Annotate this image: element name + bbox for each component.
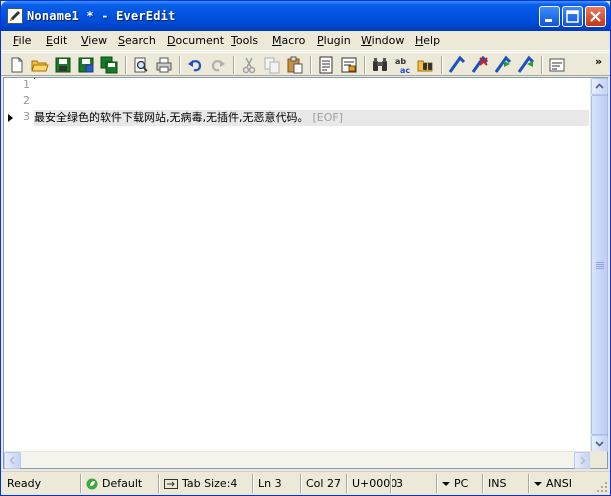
toolbar-separator: [364, 56, 366, 74]
window-title: Noname1 * - EverEdit: [27, 9, 176, 23]
vertical-scrollbar[interactable]: [590, 78, 608, 452]
line-number: 1: [23, 78, 30, 91]
document-properties-icon[interactable]: [339, 55, 359, 75]
menu-edit[interactable]: Edit: [46, 34, 67, 47]
toolbar-separator: [541, 56, 543, 74]
redo-icon[interactable]: [208, 55, 228, 75]
new-file-icon[interactable]: [7, 55, 27, 75]
line-number-gutter: 1 2 3: [4, 78, 32, 452]
find-binoculars-icon[interactable]: [370, 55, 390, 75]
status-bar: Ready Default Tab Size:4 Ln 3 Col 27 U+0…: [1, 471, 610, 495]
save-as-icon[interactable]: [76, 55, 96, 75]
toolbar-separator: [310, 56, 312, 74]
undo-icon[interactable]: [185, 55, 205, 75]
menu-tools[interactable]: Tools: [231, 34, 258, 47]
toolbar-separator: [125, 56, 127, 74]
line-number: 2: [23, 94, 30, 107]
chevron-down-icon: [442, 482, 450, 486]
toolbar: ab ac »: [1, 52, 610, 76]
status-insert-mode[interactable]: INS: [483, 474, 527, 493]
line-number: 3: [23, 110, 30, 123]
bookmark-toggle-icon[interactable]: [447, 55, 467, 75]
copy-icon[interactable]: [262, 55, 282, 75]
title-bar[interactable]: Noname1 * - EverEdit: [1, 1, 610, 31]
everedit-window: Noname1 * - EverEdit File Edit View Sear…: [0, 0, 611, 496]
close-button[interactable]: [585, 6, 606, 27]
status-column[interactable]: Col 27: [301, 474, 345, 493]
scrollbar-corner: [590, 451, 607, 468]
scroll-down-button[interactable]: [591, 435, 608, 452]
toolbar-separator: [233, 56, 235, 74]
status-ready: Ready: [7, 477, 42, 490]
menu-view[interactable]: View: [81, 34, 107, 47]
menu-bar: File Edit View Search Document Tools Mac…: [1, 31, 610, 51]
scheme-leaf-icon: [86, 478, 98, 490]
save-all-icon[interactable]: [99, 55, 119, 75]
toolbar-overflow-chevron-icon[interactable]: »: [595, 55, 602, 68]
status-value: 3: [391, 474, 435, 493]
status-tab-size[interactable]: Tab Size:4: [159, 474, 251, 493]
replace-icon[interactable]: ab ac: [393, 55, 413, 75]
print-preview-icon[interactable]: [131, 55, 151, 75]
chevron-down-icon: [534, 482, 542, 486]
status-encoding[interactable]: ANSI: [529, 474, 593, 493]
menu-plugin[interactable]: Plugin: [317, 34, 351, 47]
status-unicode: U+0000: [347, 474, 397, 493]
toolbar-separator: [179, 56, 181, 74]
cursor-dot: [34, 78, 35, 79]
menu-file[interactable]: File: [13, 34, 31, 47]
find-in-files-icon[interactable]: [416, 55, 436, 75]
svg-text:ab: ab: [395, 57, 406, 66]
open-folder-icon[interactable]: [30, 55, 50, 75]
status-line-ending[interactable]: PC: [437, 474, 481, 493]
status-scheme[interactable]: Default: [81, 474, 157, 493]
line-text: 最安全绿色的软件下载网站,无病毒,无插件,无恶意代码。: [34, 111, 309, 124]
resize-grip-icon[interactable]: [596, 481, 608, 493]
current-line-arrow-icon: [8, 114, 13, 122]
app-pencil-icon[interactable]: [7, 8, 23, 24]
menu-window[interactable]: Window: [361, 34, 404, 47]
save-icon[interactable]: [53, 55, 73, 75]
horizontal-scrollbar[interactable]: [4, 451, 591, 469]
menu-macro[interactable]: Macro: [272, 34, 305, 47]
text-editor[interactable]: 1 2 3 最安全绿色的软件下载网站,无病毒,无插件,无恶意代码。 [EOF]: [3, 77, 608, 469]
word-wrap-icon[interactable]: [547, 55, 567, 75]
print-icon[interactable]: [154, 55, 174, 75]
cut-icon[interactable]: [239, 55, 259, 75]
editor-line-3[interactable]: 最安全绿色的软件下载网站,无病毒,无插件,无恶意代码。 [EOF]: [34, 110, 589, 126]
document-list-icon[interactable]: [316, 55, 336, 75]
scroll-left-button[interactable]: [4, 452, 21, 469]
bookmark-clear-icon[interactable]: [470, 55, 490, 75]
menu-help[interactable]: Help: [415, 34, 440, 47]
menu-search[interactable]: Search: [118, 34, 156, 47]
svg-text:ac: ac: [400, 66, 410, 75]
tab-key-icon: [164, 479, 178, 489]
scroll-right-button[interactable]: [574, 452, 591, 469]
toolbar-separator: [441, 56, 443, 74]
bookmark-next-icon[interactable]: [493, 55, 513, 75]
status-line[interactable]: Ln 3: [253, 474, 299, 493]
maximize-button[interactable]: [562, 6, 583, 27]
minimize-button[interactable]: [539, 6, 560, 27]
paste-icon[interactable]: [285, 55, 305, 75]
bookmark-prev-icon[interactable]: [516, 55, 536, 75]
menu-document[interactable]: Document: [167, 34, 224, 47]
eof-marker: [EOF]: [312, 111, 344, 124]
scroll-up-button[interactable]: [591, 78, 608, 95]
vertical-scroll-thumb[interactable]: [591, 95, 608, 435]
